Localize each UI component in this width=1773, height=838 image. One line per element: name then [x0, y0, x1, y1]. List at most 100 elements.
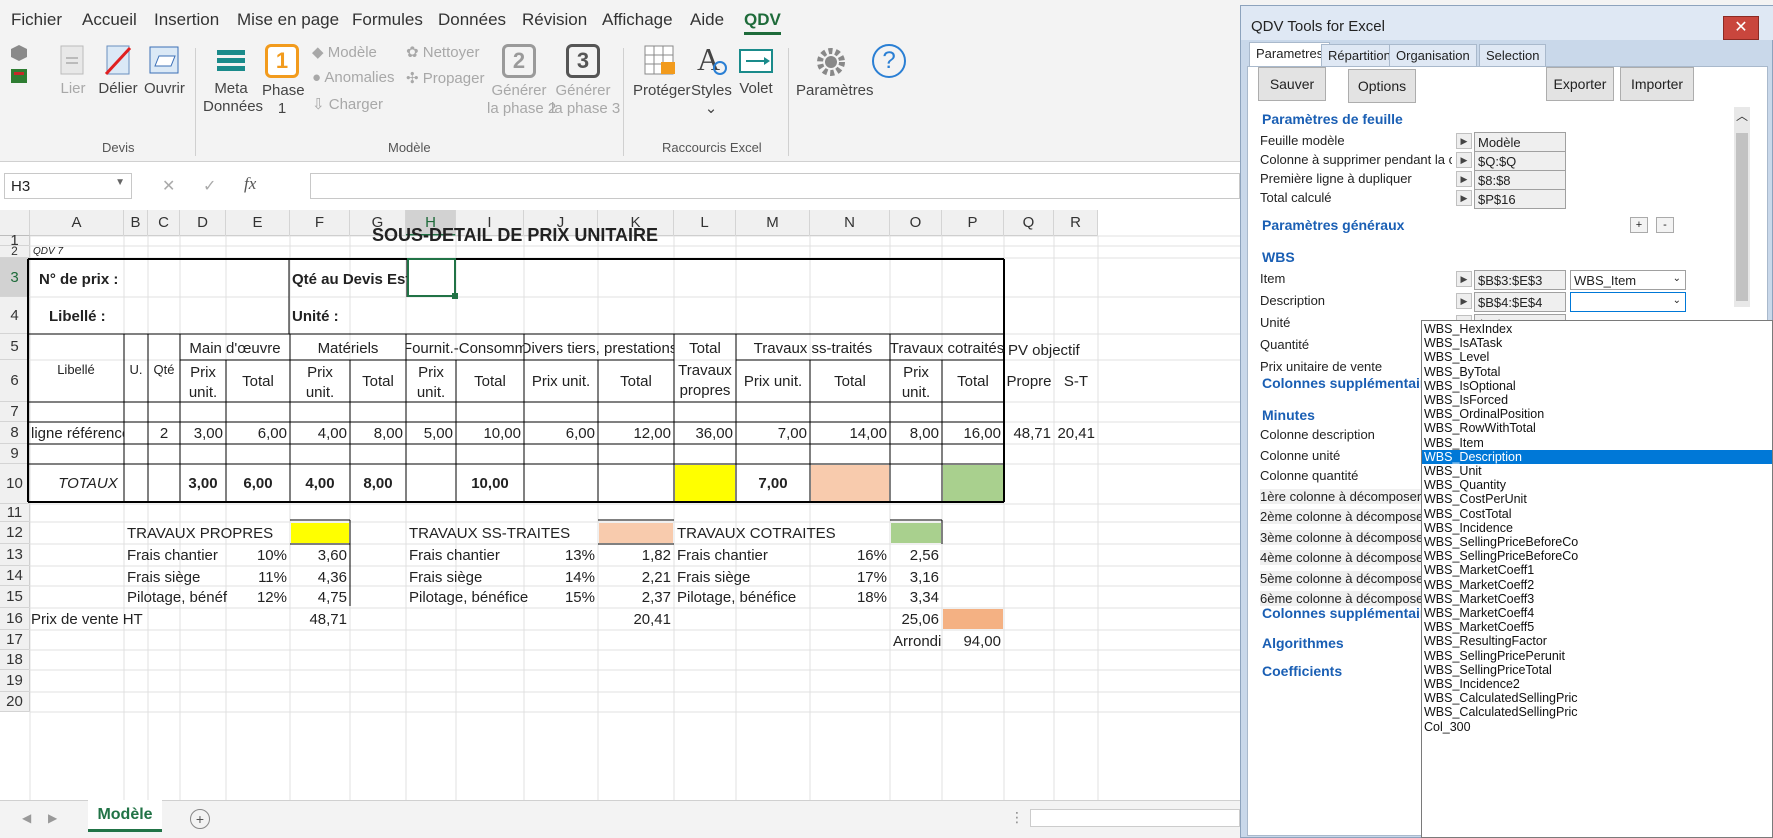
totaux-label[interactable]: TOTAUX — [28, 464, 148, 502]
recap-pct[interactable]: 10% — [226, 544, 290, 566]
table-cell[interactable]: 2 — [148, 422, 180, 444]
scroll-right-icon[interactable]: ▶ — [48, 811, 57, 825]
wbs-field-value[interactable]: $B$3:$E$3 — [1474, 270, 1566, 290]
expand-arrow-icon[interactable]: ▶ — [1456, 293, 1472, 309]
recap-value[interactable]: 2,56 — [890, 544, 942, 566]
pv-ht-k[interactable]: 20,41 — [598, 608, 674, 630]
dropdown-option[interactable]: WBS_MarketCoeff4 — [1422, 606, 1772, 620]
anomalies-button[interactable]: ● Anomalies — [312, 69, 394, 86]
recap-row-label[interactable]: Pilotage, bénéf — [124, 586, 234, 608]
table-cell[interactable]: 12,00 — [598, 422, 674, 444]
dropdown-option[interactable]: WBS_CalculatedSellingPric — [1422, 705, 1772, 719]
dropdown-option[interactable]: WBS_CalculatedSellingPric — [1422, 691, 1772, 705]
exporter-button[interactable]: Exporter — [1546, 67, 1614, 101]
header-cotraites[interactable]: Travaux cotraités — [890, 336, 1004, 360]
tab-selection[interactable]: Selection — [1479, 44, 1547, 66]
header-total-1[interactable]: Total — [674, 336, 736, 360]
qdv-version[interactable]: QDV 7 — [30, 245, 90, 257]
recap-pct[interactable]: 18% — [854, 586, 890, 608]
unite-label[interactable]: Unité : — [289, 299, 389, 333]
feuille-field-value[interactable]: $P$16 — [1474, 189, 1566, 209]
header-libelle[interactable]: Libellé — [28, 336, 124, 402]
table-cell[interactable]: 8,00 — [350, 422, 406, 444]
menu-accueil[interactable]: Accueil — [82, 10, 137, 30]
header-materiels[interactable]: Matériels — [290, 336, 406, 360]
vertical-scrollbar[interactable]: ︿ — [1734, 107, 1750, 307]
header-divers[interactable]: Divers tiers, prestations — [524, 336, 674, 360]
header-pv-objectif[interactable]: PV objectif — [1005, 338, 1095, 362]
header-total[interactable]: Total — [456, 360, 524, 402]
recap-row-label[interactable]: Frais siège — [124, 566, 234, 588]
tab-parametres[interactable]: Parametres — [1249, 42, 1331, 67]
recap-value[interactable]: 1,82 — [598, 544, 674, 566]
section-coefficients[interactable]: Coefficients — [1262, 663, 1342, 679]
libelle-label[interactable]: Libellé : — [46, 299, 146, 333]
sheet-title[interactable]: SOUS-DETAIL DE PRIX UNITAIRE — [290, 224, 740, 246]
header-ss-traites[interactable]: Travaux ss-traités — [736, 336, 890, 360]
total-cell[interactable]: 10,00 — [456, 464, 524, 502]
lier-button[interactable]: Lier — [56, 44, 90, 98]
sauver-button[interactable]: Sauver — [1258, 67, 1326, 101]
table-cell[interactable]: 14,00 — [810, 422, 890, 444]
dropdown-option[interactable]: WBS_Description — [1422, 449, 1772, 464]
dropdown-option[interactable]: WBS_HexIndex — [1422, 322, 1772, 336]
menu-affichage[interactable]: Affichage — [602, 10, 673, 30]
importer-button[interactable]: Importer — [1620, 67, 1694, 101]
section-parametres-feuille[interactable]: Paramètres de feuille — [1262, 111, 1403, 127]
proteger-button[interactable]: Protéger — [633, 44, 691, 100]
dropdown-option[interactable]: WBS_Incidence — [1422, 521, 1772, 535]
dropdown-option[interactable]: WBS_IsForced — [1422, 393, 1772, 407]
dropdown-option[interactable]: WBS_IsOptional — [1422, 379, 1772, 393]
header-fournitures[interactable]: Fournit.-Consomm — [406, 336, 524, 360]
table-cell[interactable]: 6,00 — [226, 422, 290, 444]
generer-phase2-button[interactable]: 2 Générer la phase 2 — [487, 44, 556, 118]
recap-tc-label[interactable]: TRAVAUX COTRAITES — [674, 522, 890, 544]
sheet-icon[interactable] — [10, 68, 28, 84]
menu-aide[interactable]: Aide — [690, 10, 724, 30]
dropdown-option[interactable]: WBS_MarketCoeff3 — [1422, 592, 1772, 606]
wbs-field-value[interactable]: $B$4:$E$4 — [1474, 292, 1566, 312]
dropdown-option[interactable]: WBS_SellingPriceTotal — [1422, 663, 1772, 677]
dropdown-option[interactable]: WBS_CostPerUnit — [1422, 492, 1772, 506]
recap-row-label[interactable]: Frais chantier — [124, 544, 234, 566]
header-qte[interactable]: Qté — [148, 336, 180, 402]
dropdown-option[interactable]: WBS_Level — [1422, 350, 1772, 364]
enter-icon[interactable]: ✓ — [203, 176, 216, 196]
function-icon[interactable]: fx — [244, 174, 256, 194]
dropdown-option[interactable]: WBS_Incidence2 — [1422, 677, 1772, 691]
header-unit[interactable]: unit. — [180, 382, 226, 402]
more-icon[interactable]: ⋮ — [1010, 809, 1024, 826]
recap-pct[interactable]: 14% — [546, 566, 598, 588]
header-total[interactable]: Total — [598, 360, 674, 402]
table-cell[interactable]: 7,00 — [736, 422, 810, 444]
dropdown-option[interactable]: WBS_Unit — [1422, 464, 1772, 478]
dropdown-option[interactable]: WBS_SellingPricePerunit — [1422, 649, 1772, 663]
table-cell[interactable]: 16,00 — [942, 422, 1004, 444]
header-prix[interactable]: Prix — [180, 362, 226, 382]
meta-donnees-button[interactable]: Meta Données — [203, 46, 263, 116]
recap-value[interactable]: 3,34 — [890, 586, 942, 608]
section-minutes[interactable]: Minutes — [1262, 407, 1315, 423]
section-wbs[interactable]: WBS — [1262, 249, 1295, 265]
header-prix[interactable]: Prix — [890, 362, 942, 382]
styles-button[interactable]: A Styles ⌄ — [691, 40, 732, 118]
table-cell[interactable]: 5,00 — [406, 422, 456, 444]
wbs-combo[interactable]: ⌄ — [1570, 292, 1686, 312]
header-propre[interactable]: Propre — [1004, 360, 1054, 402]
recap-value[interactable]: 3,16 — [890, 566, 942, 588]
cancel-icon[interactable]: ✕ — [162, 176, 175, 196]
tab-organisation[interactable]: Organisation — [1389, 44, 1477, 66]
header-main-oeuvre[interactable]: Main d'œuvre — [180, 336, 290, 360]
total-cell[interactable]: 4,00 — [290, 464, 350, 502]
arrondi-value[interactable]: 94,00 — [942, 630, 1004, 652]
wbs-combo[interactable]: WBS_Item ⌄ — [1570, 270, 1686, 290]
volet-button[interactable]: Volet — [737, 46, 775, 98]
add-sheet-icon[interactable]: + — [190, 809, 210, 829]
dropdown-option[interactable]: WBS_IsATask — [1422, 336, 1772, 350]
arrondi-label[interactable]: Arrondi — [890, 630, 946, 652]
dropdown-option[interactable]: WBS_RowWithTotal — [1422, 421, 1772, 435]
chevron-up-icon[interactable]: ︿ — [1734, 107, 1750, 124]
expand-arrow-icon[interactable]: ▶ — [1456, 171, 1472, 187]
header-unit[interactable]: unit. — [890, 382, 942, 402]
recap-pct[interactable]: 12% — [226, 586, 290, 608]
